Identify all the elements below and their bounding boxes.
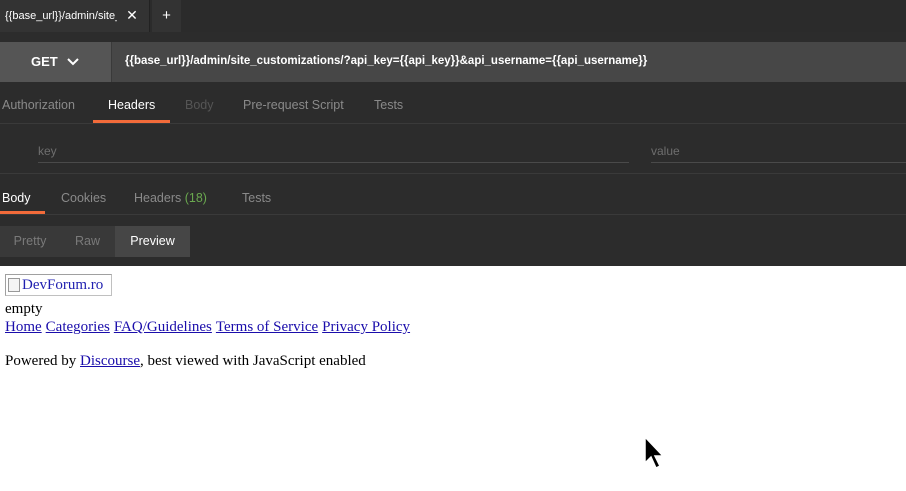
- header-value-input[interactable]: [651, 139, 906, 163]
- tab-response-body[interactable]: Body: [2, 191, 31, 205]
- method-select[interactable]: GET: [0, 42, 112, 82]
- footer-link-terms[interactable]: Terms of Service: [216, 319, 318, 335]
- body-text: empty: [5, 301, 43, 317]
- tab-bar: {{base_url}}/admin/site_customizations/?…: [0, 0, 906, 32]
- tab-pre-request-script[interactable]: Pre-request Script: [243, 98, 344, 112]
- tab-headers[interactable]: Headers: [108, 98, 155, 112]
- tab-response-headers-label: Headers: [134, 191, 182, 205]
- view-mode-group: Pretty Raw Preview: [0, 226, 190, 257]
- footer-link-categories[interactable]: Categories: [46, 319, 110, 335]
- method-label: GET: [31, 54, 58, 69]
- tab-tests[interactable]: Tests: [374, 98, 403, 112]
- powered-prefix: Powered by: [5, 353, 80, 369]
- tab-body[interactable]: Body: [185, 98, 214, 112]
- response-preview: DevForum.ro empty Home Categories FAQ/Guid…: [0, 266, 906, 491]
- view-mode-row: Pretty Raw Preview: [0, 216, 906, 266]
- footer-link-home[interactable]: Home: [5, 319, 42, 335]
- request-tabs: Authorization Headers Body Pre-request S…: [0, 88, 906, 124]
- raw-button[interactable]: Raw: [60, 226, 115, 257]
- close-icon[interactable]: ✕: [124, 7, 140, 23]
- active-tab-indicator: [93, 120, 170, 123]
- powered-suffix: , best viewed with JavaScript enabled: [140, 353, 366, 369]
- request-tab[interactable]: {{base_url}}/admin/site_customizations/?…: [0, 0, 150, 32]
- tab-response-cookies[interactable]: Cookies: [61, 191, 106, 205]
- headers-count-badge: (18): [184, 191, 207, 205]
- footer-links: Home Categories FAQ/Guidelines Terms of Ser…: [5, 319, 414, 336]
- chevron-down-icon: [67, 58, 79, 66]
- tab-response-tests[interactable]: Tests: [242, 191, 271, 205]
- powered-by-line: Powered by Discourse, best viewed with J…: [5, 353, 366, 370]
- tab-response-headers[interactable]: Headers (18): [134, 191, 207, 205]
- footer-link-privacy[interactable]: Privacy Policy: [322, 319, 410, 335]
- footer-link-faq[interactable]: FAQ/Guidelines: [114, 319, 212, 335]
- logo-alt-text: DevForum.ro: [22, 277, 104, 293]
- pretty-button[interactable]: Pretty: [0, 226, 60, 257]
- tab-authorization[interactable]: Authorization: [2, 98, 75, 112]
- response-tabs: Body Cookies Headers (18) Tests: [0, 175, 906, 215]
- broken-image-icon: [8, 278, 20, 292]
- active-response-tab-indicator: [0, 211, 45, 214]
- discourse-link[interactable]: Discourse: [80, 353, 140, 369]
- preview-button[interactable]: Preview: [115, 226, 190, 257]
- headers-editor: [0, 124, 906, 174]
- mouse-cursor-icon: [644, 436, 665, 470]
- header-key-input[interactable]: [38, 139, 629, 163]
- new-tab-button[interactable]: +: [152, 0, 181, 32]
- url-input[interactable]: {{base_url}}/admin/site_customizations/?…: [125, 55, 647, 67]
- site-logo[interactable]: DevForum.ro: [5, 274, 112, 296]
- url-bar: GET {{base_url}}/admin/site_customizatio…: [0, 42, 906, 82]
- request-tab-title[interactable]: {{base_url}}/admin/site_customizations/?…: [5, 10, 117, 22]
